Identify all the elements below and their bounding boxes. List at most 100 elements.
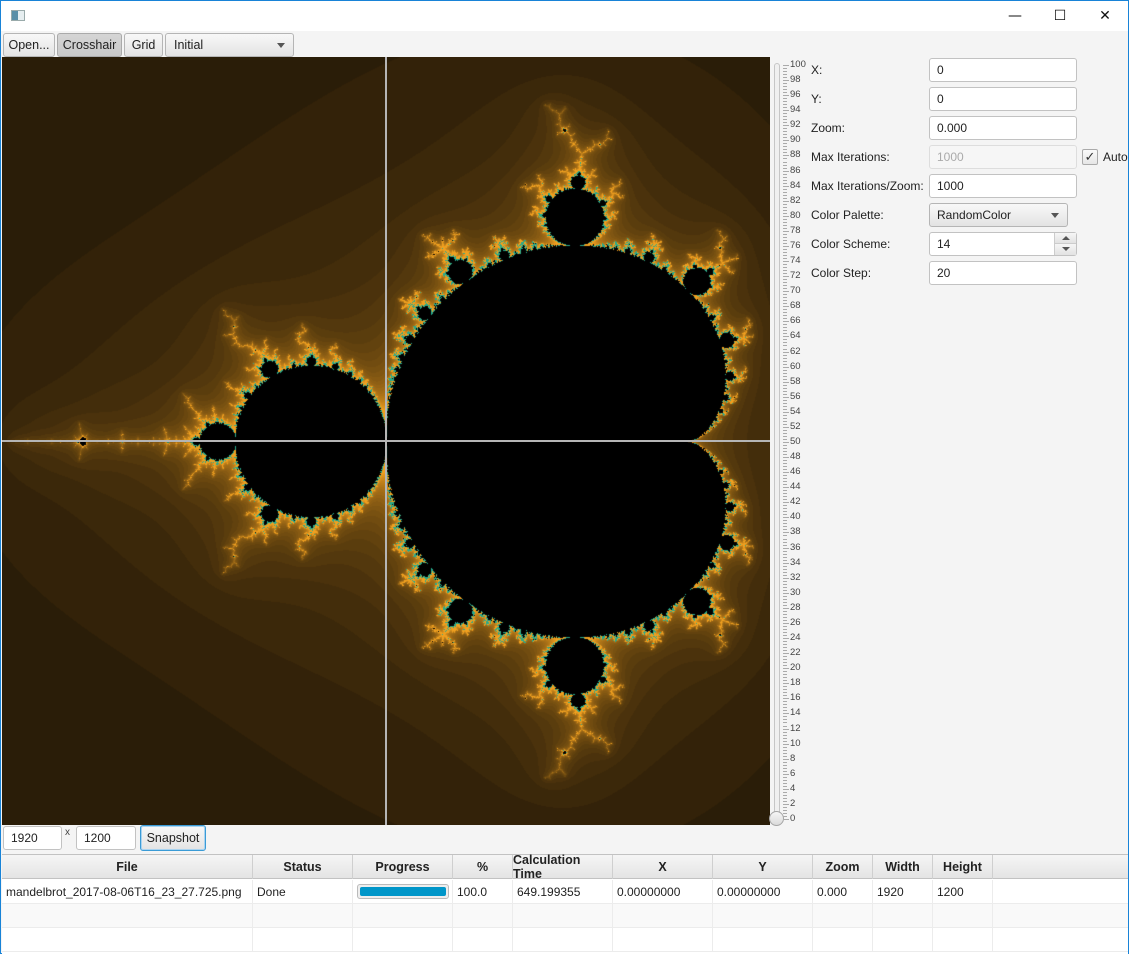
slider-tick [783,315,787,317]
maximize-button[interactable]: ☐ [1037,1,1083,31]
slider-tick [783,499,787,501]
y-label: Y: [811,92,822,106]
slider-tick [783,520,787,522]
slider-tick [783,236,787,238]
slider-tick [783,248,787,250]
color-palette-combo[interactable]: RandomColor [929,203,1068,227]
slider-tick [783,622,789,624]
column-header-percent[interactable]: % [453,855,513,879]
open-button[interactable]: Open... [3,33,55,57]
zoom-slider[interactable]: 100 98 96 94 92 90 88 86 84 82 80 78 76 74 72 70 68 66 64 6… [769,57,811,827]
slider-tick-label: 60 [790,360,801,372]
empty-cell [453,928,513,952]
column-header-width[interactable]: Width [873,855,933,879]
slider-tick [783,143,787,145]
color-step-input[interactable]: 20 [929,261,1077,285]
slider-tick [783,300,787,302]
decrement-button[interactable] [1055,244,1076,255]
crosshair-toggle[interactable]: Crosshair [57,33,122,57]
table-header: File Status Progress % Calculation Time … [2,853,1128,881]
slider-tick [783,432,787,434]
slider-track[interactable] [774,63,780,819]
table-row[interactable]: mandelbrot_2017-08-06T16_23_27.725.png D… [2,880,1128,904]
slider-tick [783,191,787,193]
slider-tick-label: 88 [790,149,801,161]
minimize-button[interactable]: — [992,1,1038,31]
size-separator: x [65,827,70,838]
slider-tick [783,583,787,585]
slider-tick [783,122,787,124]
slider-tick [783,261,789,263]
column-header-progress[interactable]: Progress [353,855,453,879]
snapshot-button[interactable]: Snapshot [140,825,206,851]
slider-tick [783,737,787,739]
auto-checkbox[interactable]: ✓ [1082,149,1098,165]
slider-tick [783,137,787,139]
empty-cell [513,928,613,952]
snapshot-width-input[interactable]: 1920 [3,826,62,850]
slider-tick [783,632,787,633]
color-step-label: Color Step: [811,266,872,280]
slider-tick [783,809,787,811]
grid-toggle[interactable]: Grid [124,33,163,57]
column-header-height[interactable]: Height [933,855,993,879]
slider-tick [783,541,787,543]
empty-cell [713,928,813,952]
slider-tick [783,239,787,241]
max-iterations-input[interactable]: 1000 [929,145,1077,169]
column-header-file[interactable]: File [2,855,253,879]
column-header-x[interactable]: X [613,855,713,879]
slider-tick [783,665,787,667]
slider-tick-label: 80 [790,209,801,221]
slider-tick-label: 42 [790,496,801,508]
slider-tick-label: 66 [790,315,801,327]
slider-tick [783,98,787,100]
slider-tick-label: 6 [790,767,796,779]
slider-tick [783,656,787,658]
slider-tick-label: 22 [790,647,801,659]
increment-button[interactable] [1055,233,1076,244]
slider-tick-label: 24 [790,632,801,644]
slider-tick [783,619,787,621]
slider-tick [783,396,789,398]
slider-tick [783,785,787,787]
slider-tick [783,565,787,567]
cell-zoom: 0.000 [813,880,873,904]
slider-tick-label: 70 [790,285,801,297]
preset-combo[interactable]: Initial [165,33,294,57]
snapshot-height-input[interactable]: 1200 [76,826,136,850]
slider-tick [783,179,787,181]
slider-tick [783,303,787,305]
fractal-canvas[interactable] [2,57,770,825]
slider-tick [783,378,787,380]
x-input[interactable]: 0 [929,58,1077,82]
zoom-label: Zoom: [811,121,846,135]
max-iterations-zoom-input[interactable]: 1000 [929,174,1077,198]
slider-tick [783,713,789,715]
slider-tick [783,668,789,670]
slider-tick [783,463,787,465]
slider-tick [783,152,787,154]
zoom-input[interactable]: 0.000 [929,116,1077,140]
column-header-y[interactable]: Y [713,855,813,879]
minimize-icon: — [1008,8,1022,24]
slider-tick [783,749,787,751]
slider-tick [783,613,787,615]
slider-tick [783,710,787,712]
column-header-zoom[interactable]: Zoom [813,855,873,879]
slider-tick [783,767,787,769]
column-header-calc-time[interactable]: Calculation Time [513,853,613,881]
slider-tick [783,550,787,552]
y-input[interactable]: 0 [929,87,1077,111]
app-icon [11,10,25,21]
color-scheme-spinner[interactable]: 14 [929,232,1077,256]
close-button[interactable]: ✕ [1082,1,1128,31]
slider-tick [783,276,789,278]
slider-tick [783,227,787,229]
cell-y: 0.00000000 [713,880,813,904]
column-header-status[interactable]: Status [253,855,353,879]
slider-tick-label: 44 [790,481,801,493]
slider-tick [783,405,787,407]
slider-tick [783,448,787,450]
slider-tick-label: 10 [790,737,801,749]
